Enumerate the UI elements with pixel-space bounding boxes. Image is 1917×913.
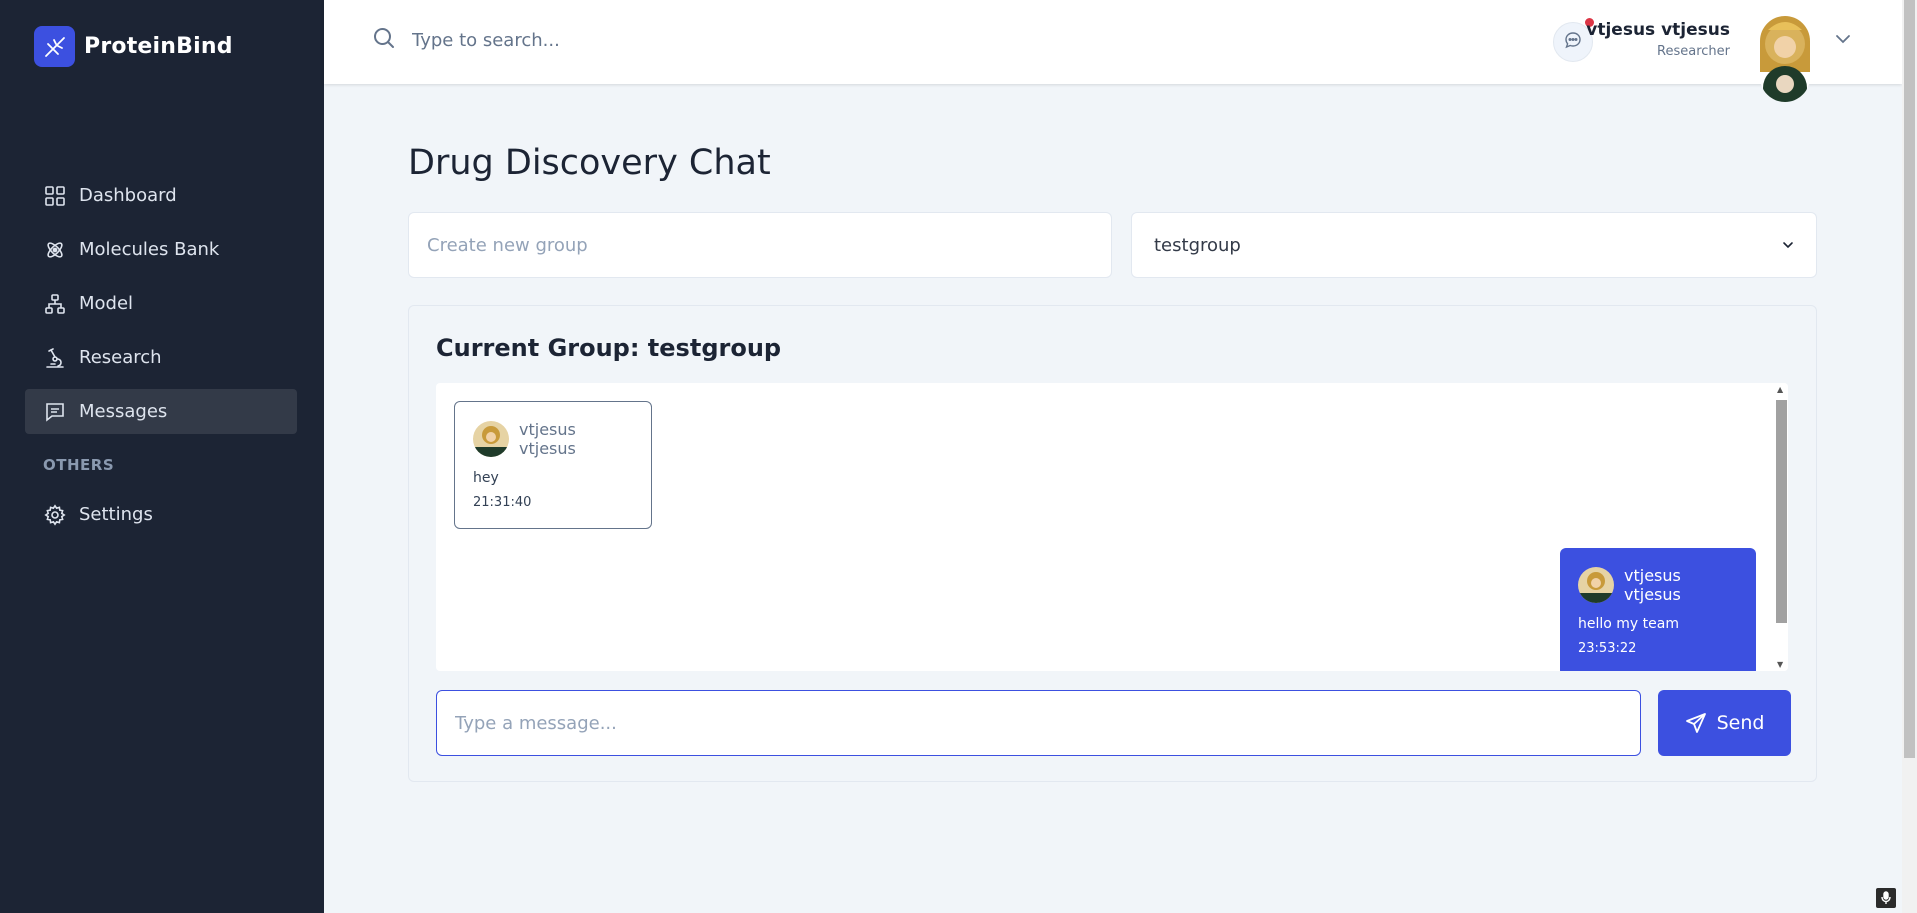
page-scrollbar[interactable] xyxy=(1902,0,1917,913)
microphone-icon[interactable] xyxy=(1876,888,1896,908)
microscope-icon xyxy=(43,346,67,370)
sidebar-item-settings[interactable]: Settings xyxy=(25,492,297,537)
page-title: Drug Discovery Chat xyxy=(408,143,771,183)
sidebar-nav: Dashboard Molecules Bank Model Research … xyxy=(25,173,297,546)
avatar[interactable] xyxy=(1760,16,1810,102)
grid-icon xyxy=(43,184,67,208)
atom-icon xyxy=(43,238,67,262)
chevron-down-icon[interactable] xyxy=(1834,30,1852,52)
message-sender: vtjesus vtjesus xyxy=(1624,566,1681,604)
sidebar-section-others: OTHERS xyxy=(43,456,115,474)
search-input[interactable] xyxy=(412,29,812,51)
message-time: 21:31:40 xyxy=(473,495,532,510)
top-header: vtjesus vtjesus Researcher xyxy=(324,0,1902,102)
scroll-down-icon[interactable]: ▼ xyxy=(1777,660,1783,669)
brand-name: ProteinBind xyxy=(84,34,233,59)
message-incoming: vtjesus vtjesus hey 21:31:40 xyxy=(454,401,652,529)
sidebar-item-molecules-bank[interactable]: Molecules Bank xyxy=(25,227,297,272)
chevron-down-icon xyxy=(1782,235,1794,256)
sidebar-item-label: Settings xyxy=(79,504,153,525)
user-info[interactable]: vtjesus vtjesus Researcher xyxy=(1586,20,1730,59)
avatar xyxy=(1578,567,1614,603)
scroll-up-icon[interactable]: ▲ xyxy=(1777,385,1783,394)
sidebar-item-label: Molecules Bank xyxy=(79,239,220,260)
hierarchy-icon xyxy=(43,292,67,316)
send-button[interactable]: Send xyxy=(1658,690,1791,756)
dna-icon xyxy=(34,26,75,67)
gear-icon xyxy=(43,503,67,527)
current-group-title: Current Group: testgroup xyxy=(436,334,782,362)
message-time: 23:53:22 xyxy=(1578,641,1637,656)
group-select[interactable]: testgroup xyxy=(1131,212,1817,278)
user-role: Researcher xyxy=(1657,44,1730,59)
search-icon[interactable] xyxy=(372,26,396,54)
sidebar-item-label: Research xyxy=(79,347,162,368)
message-sender: vtjesus vtjesus xyxy=(519,420,576,458)
message-outgoing: vtjesus vtjesus hello my team 23:53:22 xyxy=(1560,548,1756,671)
message-list-scrollbar[interactable]: ▲ ▼ xyxy=(1774,383,1788,671)
sidebar-item-messages[interactable]: Messages xyxy=(25,389,297,434)
chat-card: Current Group: testgroup vtjesus vtjesus… xyxy=(408,305,1817,782)
sidebar-item-label: Messages xyxy=(79,401,168,422)
message-icon xyxy=(43,400,67,424)
sidebar-item-label: Model xyxy=(79,293,134,314)
scrollbar-thumb[interactable] xyxy=(1776,400,1787,623)
brand[interactable]: ProteinBind xyxy=(34,26,233,67)
message-text: hey xyxy=(473,470,499,486)
search-bar xyxy=(372,26,812,54)
message-list[interactable]: vtjesus vtjesus hey 21:31:40 vtjesus vtj… xyxy=(436,383,1788,671)
sidebar-item-dashboard[interactable]: Dashboard xyxy=(25,173,297,218)
message-text: hello my team xyxy=(1578,616,1679,632)
avatar xyxy=(473,421,509,457)
sidebar: ProteinBind Dashboard Molecules Bank Mod… xyxy=(0,0,324,913)
sidebar-item-label: Dashboard xyxy=(79,185,177,206)
message-input[interactable] xyxy=(436,690,1641,756)
scrollbar-thumb[interactable] xyxy=(1904,0,1915,758)
sidebar-item-research[interactable]: Research xyxy=(25,335,297,380)
send-label: Send xyxy=(1716,712,1765,734)
sidebar-item-model[interactable]: Model xyxy=(25,281,297,326)
create-group-input[interactable] xyxy=(408,212,1112,278)
group-select-value: testgroup xyxy=(1154,234,1241,256)
user-name: vtjesus vtjesus xyxy=(1586,20,1730,40)
send-icon xyxy=(1685,712,1707,734)
chat-bubble-icon xyxy=(1564,31,1582,53)
